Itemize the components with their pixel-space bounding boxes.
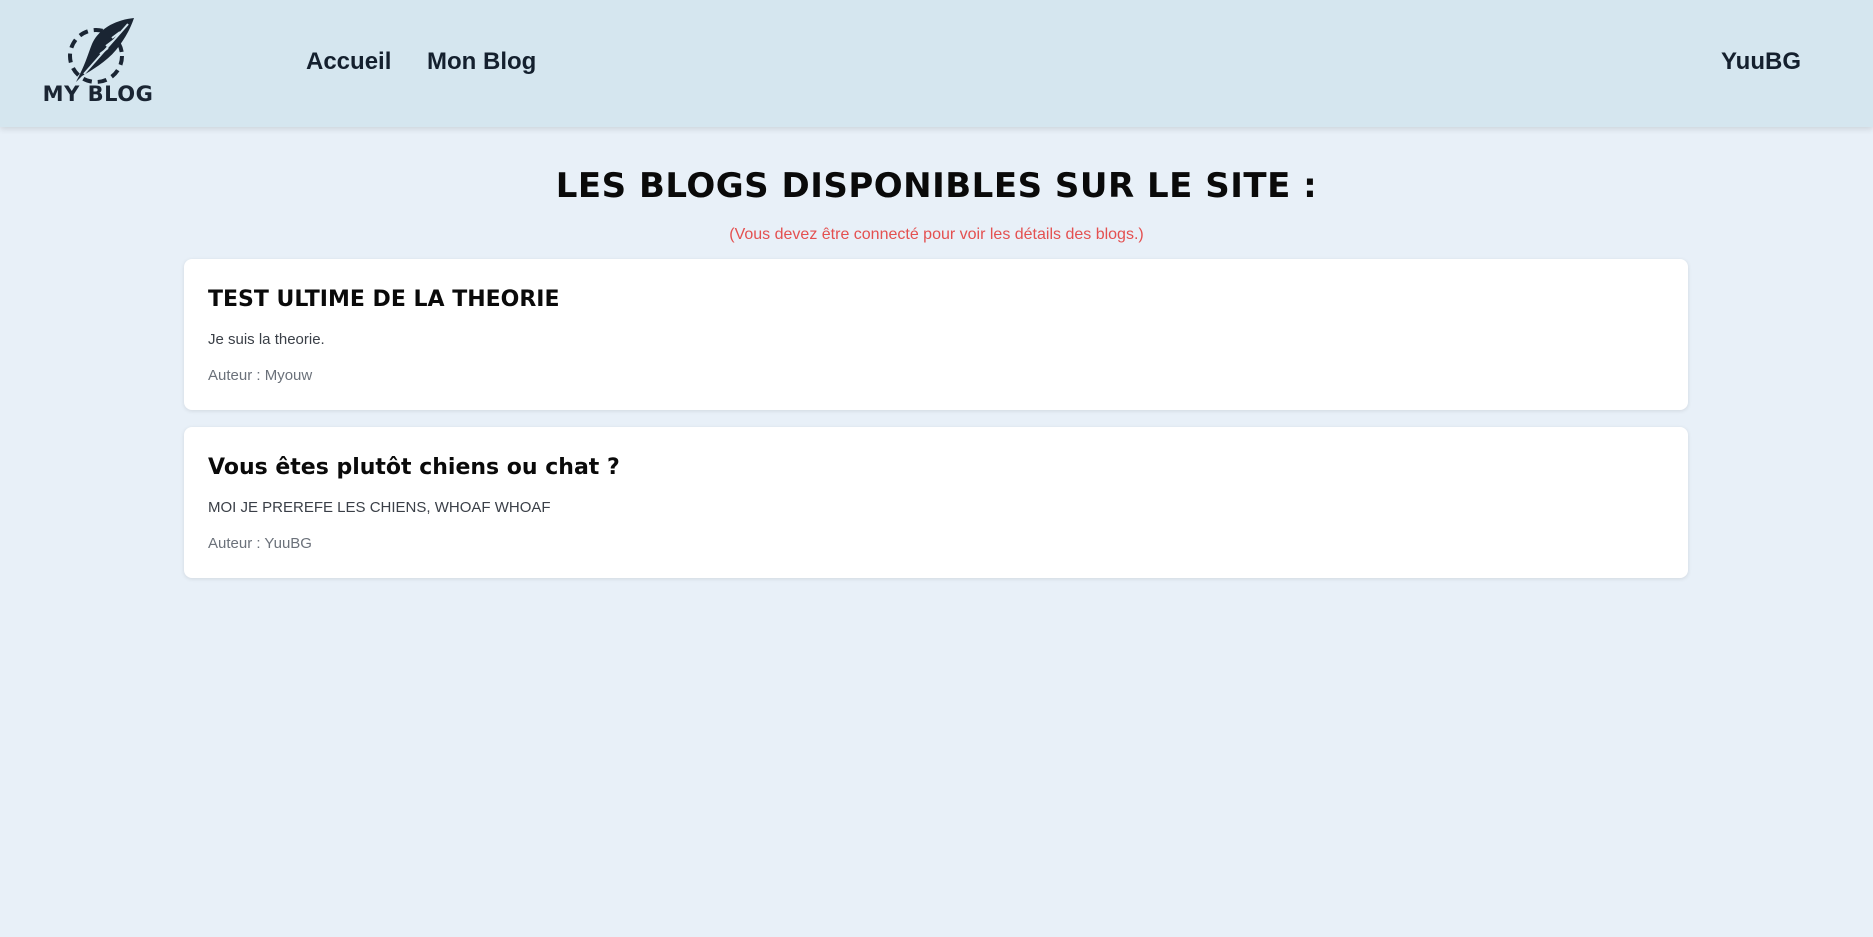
site-logo[interactable]: MY BLOG [40, 14, 156, 114]
login-notice: (Vous devez être connecté pour voir les … [729, 226, 1144, 243]
blog-card-title: Vous êtes plutôt chiens ou chat ? [208, 455, 620, 480]
page-title: LES BLOGS DISPONIBLES SUR LE SITE : [555, 166, 1318, 206]
site-header: MY BLOG Accueil Mon Blog YuuBG [0, 0, 1873, 127]
blog-card-description: MOI JE PREREFE LES CHIENS, WHOAF WHOAF [208, 499, 551, 516]
nav-link-my-blog[interactable]: Mon Blog [427, 48, 536, 76]
nav-link-home[interactable]: Accueil [306, 48, 391, 76]
blog-card[interactable]: TEST ULTIME DE LA THEORIE Je suis la the… [184, 259, 1688, 410]
blog-card-title: TEST ULTIME DE LA THEORIE [208, 287, 560, 312]
blog-card[interactable]: Vous êtes plutôt chiens ou chat ? MOI JE… [184, 427, 1688, 578]
feather-quill-icon [68, 18, 134, 84]
blog-card-description: Je suis la theorie. [208, 331, 325, 348]
user-menu[interactable]: YuuBG [1721, 48, 1801, 76]
logo-text: MY BLOG [42, 82, 154, 106]
blog-card-author: Auteur : Myouw [208, 367, 313, 384]
blog-card-author: Auteur : YuuBG [208, 535, 312, 552]
